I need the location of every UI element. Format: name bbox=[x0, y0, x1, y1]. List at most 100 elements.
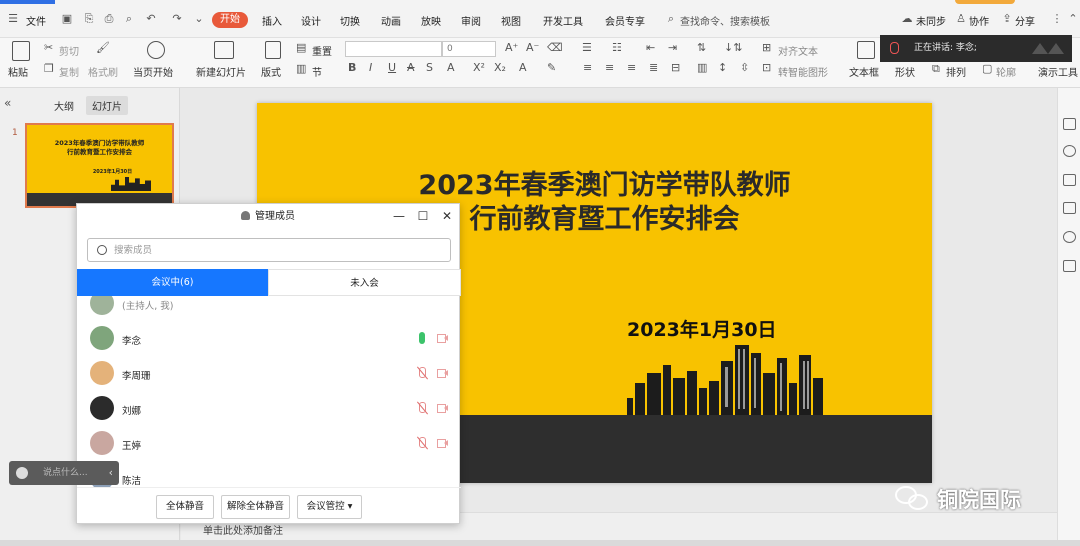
print-preview-icon[interactable]: ⌕ bbox=[122, 12, 136, 26]
tab-slideshow[interactable]: 放映 bbox=[421, 13, 441, 28]
italic-icon[interactable]: I bbox=[369, 61, 372, 74]
export-icon[interactable]: ⎘ bbox=[82, 12, 96, 26]
font-family-select[interactable] bbox=[345, 41, 442, 57]
align-text-button[interactable]: 对齐文本 bbox=[778, 43, 818, 58]
tab-in-meeting[interactable]: 会议中(6) bbox=[77, 269, 268, 296]
member-row[interactable]: 陈洁 bbox=[77, 461, 461, 487]
settings-icon[interactable] bbox=[1063, 231, 1076, 243]
mic-on-icon[interactable] bbox=[419, 332, 425, 344]
mic-off-icon[interactable] bbox=[418, 402, 427, 414]
columns-icon[interactable]: ▥ bbox=[697, 61, 707, 74]
menu-file[interactable]: 文件 bbox=[26, 13, 46, 28]
camera-off-icon[interactable] bbox=[437, 369, 449, 378]
copy-button[interactable]: 复制 bbox=[59, 64, 79, 79]
unmute-all-button[interactable]: 解除全体静音 bbox=[221, 495, 290, 519]
paste-button[interactable]: 粘贴 bbox=[8, 64, 28, 79]
save-icon[interactable]: ▣ bbox=[60, 12, 74, 26]
member-row[interactable]: 李念 bbox=[77, 321, 461, 356]
animation-icon[interactable] bbox=[1063, 145, 1076, 157]
decrease-indent-icon[interactable]: ⇤ bbox=[646, 41, 655, 54]
mute-all-button[interactable]: 全体静音 bbox=[156, 495, 214, 519]
close-icon[interactable]: ✕ bbox=[439, 209, 455, 223]
share-button[interactable]: 分享 bbox=[1015, 13, 1035, 28]
book-icon[interactable] bbox=[1063, 260, 1076, 272]
line-spacing-icon[interactable]: ↕ bbox=[718, 61, 727, 74]
maximize-icon[interactable]: ☐ bbox=[415, 209, 431, 223]
shape-button[interactable]: 形状 bbox=[895, 64, 915, 79]
grow-font-icon[interactable]: A⁺ bbox=[505, 41, 518, 54]
highlight-icon[interactable]: ✎ bbox=[547, 61, 556, 74]
layout-button[interactable]: 版式 bbox=[261, 64, 281, 79]
tab-design[interactable]: 设计 bbox=[301, 13, 321, 28]
section-button[interactable]: 节 bbox=[312, 64, 322, 79]
member-search-input[interactable] bbox=[114, 242, 434, 258]
clear-format-icon[interactable]: ⌫ bbox=[547, 41, 563, 54]
tab-slides[interactable]: 幻灯片 bbox=[86, 96, 128, 115]
bullets-icon[interactable]: ☰ bbox=[582, 41, 592, 54]
align-left-icon[interactable]: ≡ bbox=[583, 61, 592, 74]
shadow-icon[interactable]: S bbox=[426, 61, 433, 74]
present-tools-button[interactable]: 演示工具 bbox=[1038, 64, 1078, 79]
shrink-font-icon[interactable]: A⁻ bbox=[526, 41, 539, 54]
camera-off-icon[interactable] bbox=[437, 334, 449, 343]
member-row[interactable]: (主持人, 我) bbox=[77, 296, 461, 321]
align-right-icon[interactable]: ≡ bbox=[627, 61, 636, 74]
tab-not-joined[interactable]: 未入会 bbox=[268, 269, 461, 296]
collapse-ribbon-icon[interactable]: ⌃ bbox=[1066, 12, 1080, 26]
chat-input[interactable]: 说点什么... ‹ bbox=[9, 461, 119, 485]
strikethrough-icon[interactable]: A bbox=[407, 61, 415, 74]
play-from-current-icon[interactable] bbox=[147, 41, 165, 59]
increase-indent-icon[interactable]: ⇥ bbox=[668, 41, 677, 54]
picture-icon[interactable] bbox=[1063, 202, 1076, 214]
layout-icon[interactable] bbox=[265, 41, 281, 59]
undo-icon[interactable]: ↶ bbox=[144, 12, 158, 26]
paragraph-spacing-icon[interactable]: ⇳ bbox=[740, 61, 749, 74]
member-list[interactable]: (主持人, 我) 李念 李周珊 刘娜 王婷 陈洁 bbox=[77, 296, 461, 487]
sort-icon[interactable]: ↓⇅ bbox=[724, 41, 742, 54]
camera-off-icon[interactable] bbox=[437, 404, 449, 413]
subscript-icon[interactable]: X₂ bbox=[494, 61, 506, 74]
menu-icon[interactable]: ☰ bbox=[6, 12, 20, 26]
tab-view[interactable]: 视图 bbox=[501, 13, 521, 28]
meeting-control-button[interactable]: 会议管控 ▾ bbox=[297, 495, 362, 519]
tab-insert[interactable]: 插入 bbox=[262, 13, 282, 28]
underline-icon[interactable]: U bbox=[388, 61, 396, 74]
textbox-button[interactable]: 文本框 bbox=[849, 64, 879, 79]
font-color-icon[interactable]: A bbox=[447, 61, 455, 74]
tab-animation[interactable]: 动画 bbox=[381, 13, 401, 28]
mic-off-icon[interactable] bbox=[418, 437, 427, 449]
tab-home[interactable]: 开始 bbox=[212, 12, 248, 28]
member-search[interactable] bbox=[87, 238, 451, 262]
distribute-icon[interactable]: ⊟ bbox=[671, 61, 680, 74]
collab-button[interactable]: 协作 bbox=[969, 13, 989, 28]
tab-outline[interactable]: 大纲 bbox=[48, 96, 80, 115]
paste-icon[interactable] bbox=[12, 41, 30, 61]
align-center-icon[interactable]: ≡ bbox=[605, 61, 614, 74]
text-direction-icon[interactable]: ⇅ bbox=[697, 41, 706, 54]
member-row[interactable]: 刘娜 bbox=[77, 391, 461, 426]
minimize-icon[interactable]: — bbox=[391, 209, 407, 223]
tab-transitions[interactable]: 切换 bbox=[340, 13, 360, 28]
camera-off-icon[interactable] bbox=[437, 439, 449, 448]
transition-icon[interactable] bbox=[1063, 174, 1076, 186]
tab-review[interactable]: 审阅 bbox=[461, 13, 481, 28]
superscript-icon[interactable]: X² bbox=[473, 61, 485, 74]
member-row[interactable]: 王婷 bbox=[77, 426, 461, 461]
print-icon[interactable]: ⎙ bbox=[102, 12, 116, 26]
emoji-icon[interactable] bbox=[16, 467, 28, 479]
format-painter-button[interactable]: 格式刷 bbox=[88, 64, 118, 79]
slide-date[interactable]: 2023年1月30日 bbox=[627, 315, 777, 342]
cut-button[interactable]: 剪切 bbox=[59, 43, 79, 58]
tab-developer[interactable]: 开发工具 bbox=[543, 13, 583, 28]
outline-button[interactable]: 轮廓 bbox=[996, 64, 1016, 79]
numbering-icon[interactable]: ☷ bbox=[612, 41, 622, 54]
member-row[interactable]: 李周珊 bbox=[77, 356, 461, 391]
mic-off-icon[interactable] bbox=[418, 367, 427, 379]
customize-chevron-icon[interactable]: ⌄ bbox=[192, 12, 206, 26]
reset-button[interactable]: 重置 bbox=[312, 43, 332, 58]
arrange-button[interactable]: 排列 bbox=[946, 64, 966, 79]
new-slide-icon[interactable] bbox=[214, 41, 234, 59]
text-effects-icon[interactable]: A bbox=[519, 61, 527, 74]
justify-icon[interactable]: ≣ bbox=[649, 61, 658, 74]
smartart-button[interactable]: 转智能图形 bbox=[778, 64, 828, 79]
